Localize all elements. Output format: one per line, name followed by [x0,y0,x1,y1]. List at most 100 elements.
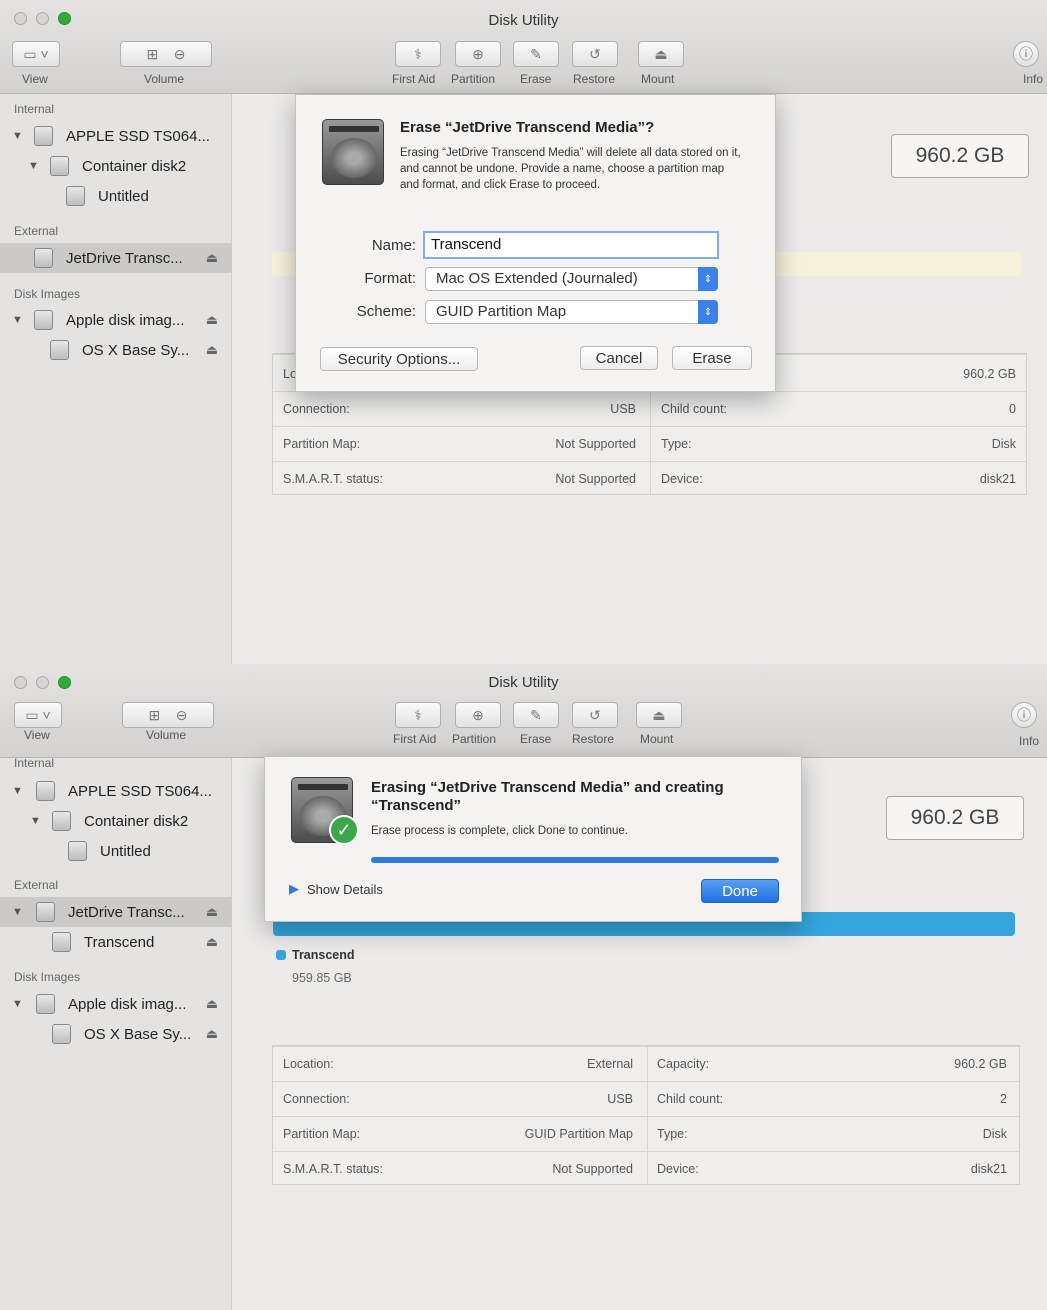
volume-icon [52,932,71,952]
smart-status-label: S.M.A.R.T. status: [283,472,384,486]
erase-label: Erase [520,72,552,86]
sidebar-item-apple-disk-image[interactable]: ▼ Apple disk imag... ⏏ [0,989,232,1019]
partition-button[interactable]: ⊕ [455,702,501,728]
view-button[interactable]: ▭ ˅ [12,41,60,67]
sidebar-item-apple-ssd[interactable]: ▼ APPLE SSD TS064... [0,121,232,151]
info-button[interactable]: ⓘ [1011,702,1037,728]
eject-icon[interactable]: ⏏ [206,904,218,920]
name-field[interactable]: Transcend [423,231,719,259]
external-disk-icon [36,902,55,922]
capacity-value: 960.2 GB [954,1057,1007,1071]
sidebar-item-os-x-base[interactable]: OS X Base Sy... ⏏ [0,1019,232,1049]
progress-track [371,857,779,863]
sidebar-item-jetdrive[interactable]: ▼ JetDrive Transc... ⏏ [0,897,232,927]
disk-utility-window-erase-confirm: Disk Utility ▭ ˅ View ⊞ ⊖ Volume ⚕ ⊕ ✎ ↺… [0,0,1047,664]
dialog-message: Erase process is complete, click Done to… [371,825,628,837]
sidebar-item-container-disk2[interactable]: ▼ Container disk2 [0,151,232,181]
scheme-label: Scheme: [356,303,416,320]
internal-disk-icon [34,126,53,146]
device-value: disk21 [970,1162,1007,1176]
table-row: Location: External Capacity: 960.2 GB [273,1046,1019,1081]
view-button[interactable]: ▭ ˅ [14,702,62,728]
sidebar-item-container-disk2[interactable]: ▼ Container disk2 [0,806,232,836]
disclosure-triangle-icon[interactable]: ▼ [28,160,39,172]
child-count-value: 0 [1009,402,1016,416]
dialog-title-line2: “Transcend” [371,797,462,814]
sidebar-item-apple-disk-image[interactable]: ▼ Apple disk imag... ⏏ [0,305,232,335]
sidebar-section-external: External [14,878,59,892]
info-icon: ⓘ [1017,707,1031,723]
format-value: Mac OS Extended (Journaled) [436,270,638,287]
disclosure-triangle-icon[interactable]: ▼ [30,815,41,827]
sidebar-item-os-x-base[interactable]: OS X Base Sy... ⏏ [0,335,232,365]
partition-button[interactable]: ⊕ [455,41,501,67]
scheme-popup[interactable]: GUID Partition Map ⇕ [425,300,718,324]
eject-icon[interactable]: ⏏ [206,250,218,266]
dialog-message: Erasing “JetDrive Transcend Media” will … [400,147,741,191]
info-icon: ⓘ [1019,46,1033,62]
erase-confirm-button[interactable]: Erase [672,346,752,370]
erase-button-toolbar[interactable]: ✎ [513,702,559,728]
sidebar-item-jetdrive[interactable]: JetDrive Transc... ⏏ [0,243,232,273]
disclosure-triangle-icon[interactable]: ▼ [12,998,23,1010]
mount-button[interactable]: ⏏ [638,41,684,67]
sidebar-item-untitled[interactable]: Untitled [0,181,232,211]
disk-utility-window-erase-complete: Disk Utility ▭ ˅ View ⊞ ⊖ Volume ⚕ ⊕ ✎ ↺… [0,664,1047,1310]
cancel-button[interactable]: Cancel [580,346,658,370]
table-row: Partition Map: Not Supported Type: Disk [273,426,1026,461]
disclosure-triangle-icon[interactable]: ▼ [12,906,23,918]
mount-button[interactable]: ⏏ [636,702,682,728]
volume-label: Volume [146,728,187,742]
volume-icon [52,1024,71,1044]
container-icon [52,811,71,831]
restore-button[interactable]: ↺ [572,702,618,728]
done-button[interactable]: Done [701,879,779,903]
smart-status-value: Not Supported [552,1162,633,1176]
eject-icon[interactable]: ⏏ [206,312,218,328]
show-details-label: Show Details [307,881,383,897]
show-details-disclosure[interactable]: ▶ Show Details [289,881,383,897]
mount-label: Mount [641,72,675,86]
first-aid-button[interactable]: ⚕ [395,41,441,67]
disclosure-triangle-icon[interactable]: ▼ [12,130,23,142]
volume-size: 959.85 GB [292,971,352,985]
sidebar-item-apple-ssd[interactable]: ▼ APPLE SSD TS064... [0,776,232,806]
eject-icon[interactable]: ⏏ [206,1026,218,1042]
eject-icon[interactable]: ⏏ [206,342,218,358]
volume-button[interactable]: ⊞ ⊖ [120,41,212,67]
sidebar-item-untitled[interactable]: Untitled [0,836,232,866]
erase-button-toolbar[interactable]: ✎ [513,41,559,67]
restore-icon: ↺ [589,45,601,62]
sidebar-item-label: Container disk2 [82,157,187,175]
sidebar-section-external: External [14,224,59,238]
sidebar-item-label: Transcend [84,933,155,951]
sidebar-item-transcend[interactable]: Transcend ⏏ [0,927,232,957]
sidebar-item-label: Apple disk imag... [68,995,187,1013]
disclosure-arrow-icon: ▶ [289,881,299,896]
restore-label: Restore [573,72,616,86]
restore-button[interactable]: ↺ [572,41,618,67]
table-row: S.M.A.R.T. status: Not Supported Device:… [273,1151,1019,1186]
disclosure-triangle-icon[interactable]: ▼ [12,314,23,326]
popup-arrows-icon: ⇕ [698,300,718,324]
view-label: View [24,728,50,742]
add-volume-icon: ⊞ ⊖ [148,706,188,723]
security-options-button[interactable]: Security Options... [320,347,478,371]
erase-icon: ✎ [530,45,542,62]
eject-icon[interactable]: ⏏ [206,996,218,1012]
capacity-label: Capacity: [657,1057,710,1071]
disclosure-triangle-icon[interactable]: ▼ [12,785,23,797]
eject-icon[interactable]: ⏏ [206,934,218,950]
info-button[interactable]: ⓘ [1013,41,1039,67]
sidebar-item-label: Apple disk imag... [66,311,185,329]
connection-value: USB [610,402,636,416]
format-popup[interactable]: Mac OS Extended (Journaled) ⇕ [425,267,718,291]
sidebar-item-label: OS X Base Sy... [84,1025,192,1043]
toolbar: Disk Utility ▭ ˅ View ⊞ ⊖ Volume ⚕ ⊕ ✎ ↺… [0,664,1047,758]
table-row: S.M.A.R.T. status: Not Supported Device:… [273,461,1026,496]
add-volume-icon: ⊞ ⊖ [146,45,186,62]
volume-button[interactable]: ⊞ ⊖ [122,702,214,728]
first-aid-button[interactable]: ⚕ [395,702,441,728]
device-value: disk21 [979,472,1016,486]
disk-image-icon [34,310,53,330]
